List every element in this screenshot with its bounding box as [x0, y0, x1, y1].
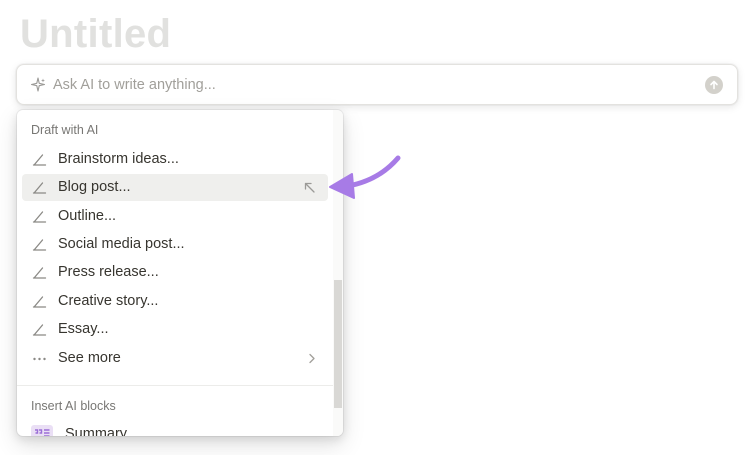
ask-ai-bar[interactable] [16, 64, 738, 105]
notion-page: Untitled Draft with AI Brainstorm ideas.… [0, 0, 750, 455]
menu-item-press-release[interactable]: Press release... [22, 259, 328, 286]
sparkle-icon [30, 77, 46, 92]
submit-arrow-icon[interactable] [705, 76, 723, 94]
annotation-arrow-icon [329, 155, 401, 199]
menu-item-label: Brainstorm ideas... [58, 151, 179, 167]
menu-item-label: Press release... [58, 264, 159, 280]
scrollbar-thumb[interactable] [334, 280, 342, 408]
menu-item-social-media-post[interactable]: Social media post... [22, 231, 328, 258]
menu-item-outline[interactable]: Outline... [22, 203, 328, 230]
menu-item-brainstorm[interactable]: Brainstorm ideas... [22, 146, 328, 173]
pencil-icon [32, 154, 47, 166]
menu-item-blog-post[interactable]: Blog post... [22, 174, 328, 201]
menu-item-essay[interactable]: Essay... [22, 316, 328, 343]
draft-section-label: Draft with AI [31, 123, 99, 137]
menu-item-label: Blog post... [58, 179, 131, 195]
menu-item-see-more[interactable]: See more [22, 345, 328, 372]
menu-item-summary[interactable]: Summary [65, 426, 127, 436]
page-title[interactable]: Untitled [20, 12, 171, 57]
pencil-icon [32, 267, 47, 279]
ai-suggestions-menu: Draft with AI Brainstorm ideas... Blog p… [17, 110, 343, 436]
menu-item-label: Social media post... [58, 236, 185, 252]
pencil-icon [32, 182, 47, 194]
pencil-icon [32, 296, 47, 308]
blocks-section-label: Insert AI blocks [31, 399, 116, 413]
menu-item-creative-story[interactable]: Creative story... [22, 288, 328, 315]
pencil-icon [32, 239, 47, 251]
summary-block-icon [31, 425, 53, 436]
menu-item-label: See more [58, 350, 121, 366]
menu-item-label: Creative story... [58, 293, 159, 309]
menu-item-label: Essay... [58, 321, 109, 337]
menu-divider [17, 385, 335, 386]
chevron-right-icon [309, 353, 315, 364]
ask-ai-input[interactable] [53, 73, 693, 97]
pencil-icon [32, 211, 47, 223]
pencil-icon [32, 324, 47, 336]
more-dots-icon [33, 357, 46, 361]
menu-item-label: Outline... [58, 208, 117, 224]
